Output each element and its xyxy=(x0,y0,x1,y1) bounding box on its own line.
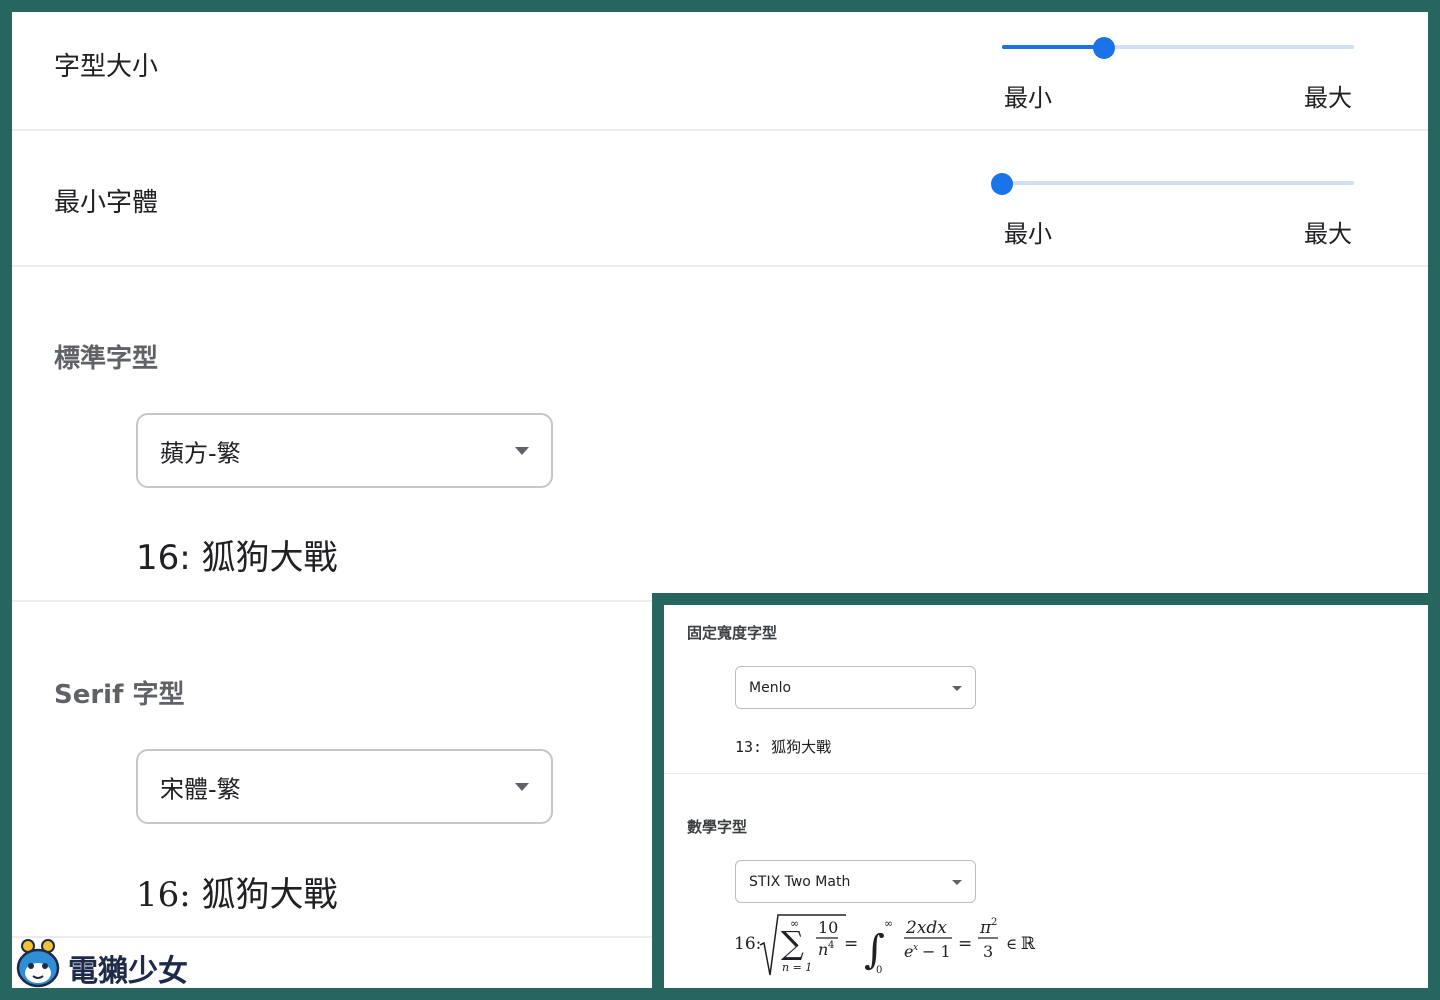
font-size-label: 字型大小 xyxy=(54,52,159,82)
watermark-text: 電獺少女 xyxy=(68,954,188,989)
font-size-slider[interactable] xyxy=(1002,37,1354,59)
minimum-font-slider-track[interactable] xyxy=(1002,181,1354,185)
fixed-width-font-select[interactable]: Menlo xyxy=(735,666,976,709)
serif-font-preview: 16: 狐狗大戰 xyxy=(136,875,338,915)
font-size-min-label: 最小 xyxy=(1004,84,1052,112)
math-font-select-value: STIX Two Math xyxy=(749,873,851,890)
row-divider xyxy=(12,265,1428,267)
math-font-select[interactable]: STIX Two Math xyxy=(735,860,976,903)
dropdown-arrow-icon xyxy=(952,879,962,885)
svg-text:2xdx: 2xdx xyxy=(905,918,947,938)
svg-text:10: 10 xyxy=(818,918,838,937)
minimum-font-max-label: 最大 xyxy=(1304,220,1352,248)
row-divider xyxy=(664,773,1428,774)
minimum-font-slider[interactable] xyxy=(991,173,1354,195)
svg-text:=: = xyxy=(844,934,858,954)
svg-text:4: 4 xyxy=(828,940,834,951)
svg-text:ℝ: ℝ xyxy=(1021,934,1036,954)
svg-text:− 1: − 1 xyxy=(922,942,951,961)
font-size-max-label: 最大 xyxy=(1304,84,1352,112)
math-font-preview: 16: ∞ ∑ n = 1 10 n 4 = ∫ ∞ 0 2xdx e x − … xyxy=(734,914,1036,976)
math-font-heading: 數學字型 xyxy=(687,818,748,836)
fixed-width-font-select-value: Menlo xyxy=(749,679,792,696)
standard-font-preview: 16: 狐狗大戰 xyxy=(136,538,338,578)
minimum-font-label: 最小字體 xyxy=(54,188,159,218)
standard-font-select[interactable]: 蘋方-繁 xyxy=(136,413,553,488)
minimum-font-min-label: 最小 xyxy=(1004,220,1052,248)
svg-text:n = 1: n = 1 xyxy=(782,961,812,974)
svg-text:2: 2 xyxy=(991,917,997,928)
watermark-logo: 電獺少女 xyxy=(14,936,194,992)
svg-text:0: 0 xyxy=(876,965,882,976)
inset-frame: 固定寬度字型 Menlo 13: 狐狗大戰 數學字型 STIX Two Math… xyxy=(652,593,1440,1000)
svg-text:x: x xyxy=(913,943,918,953)
dropdown-arrow-icon xyxy=(515,782,529,791)
svg-text:∞: ∞ xyxy=(884,917,893,930)
serif-font-select-value: 宋體-繁 xyxy=(160,775,241,803)
dropdown-arrow-icon xyxy=(515,446,529,455)
svg-text:=: = xyxy=(958,934,972,954)
row-divider xyxy=(12,129,1428,131)
standard-font-select-value: 蘋方-繁 xyxy=(160,439,241,467)
dropdown-arrow-icon xyxy=(952,685,962,691)
math-preview-prefix: 16: xyxy=(734,934,761,954)
fixed-width-font-heading: 固定寬度字型 xyxy=(687,624,778,642)
inset-font-settings-panel: 固定寬度字型 Menlo 13: 狐狗大戰 數學字型 STIX Two Math… xyxy=(664,605,1428,988)
serif-font-select[interactable]: 宋體-繁 xyxy=(136,749,553,824)
svg-text:∈: ∈ xyxy=(1006,935,1017,953)
svg-text:n: n xyxy=(818,940,828,959)
minimum-font-slider-thumb[interactable] xyxy=(991,173,1013,195)
svg-text:3: 3 xyxy=(983,942,993,961)
fixed-width-font-preview: 13: 狐狗大戰 xyxy=(735,738,832,756)
serif-font-heading: Serif 字型 xyxy=(54,680,185,710)
font-size-slider-thumb[interactable] xyxy=(1093,37,1116,59)
standard-font-heading: 標準字型 xyxy=(54,344,159,374)
svg-text:∑: ∑ xyxy=(781,924,804,962)
font-size-slider-fill xyxy=(1002,45,1105,49)
